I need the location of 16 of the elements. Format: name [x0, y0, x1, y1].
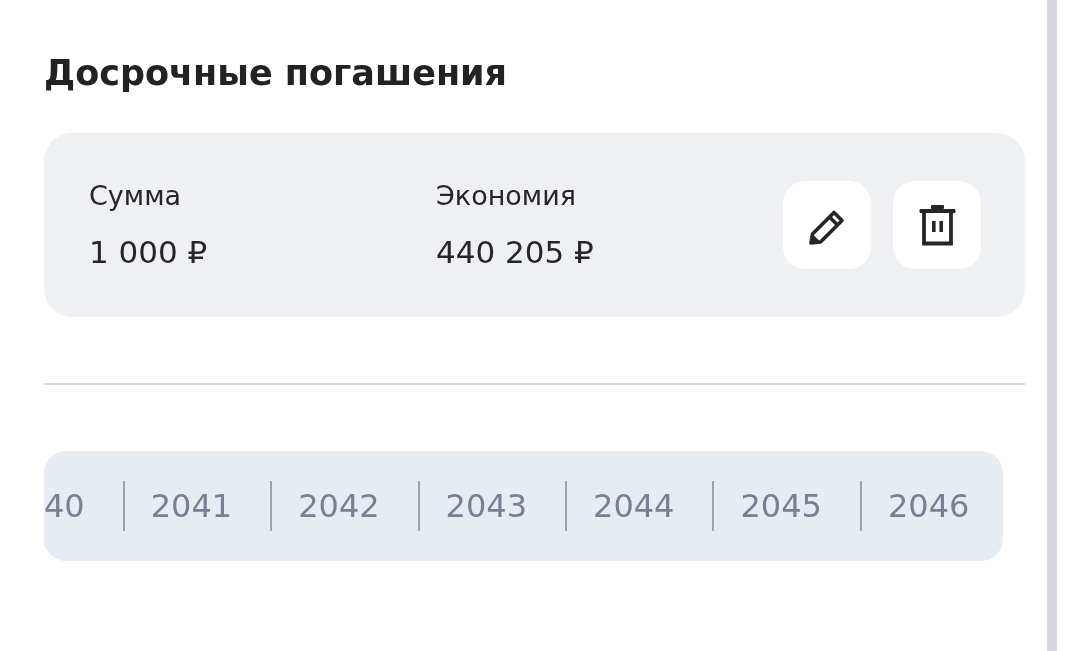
section-title: Досрочные погашения	[44, 52, 509, 94]
year-tab[interactable]: 2042	[298, 486, 380, 526]
year-tab[interactable]: 40	[44, 486, 85, 526]
trash-icon	[918, 204, 956, 246]
field-value: 1 000 ₽	[89, 233, 209, 271]
year-tab[interactable]: 2046	[887, 486, 970, 526]
year-tab[interactable]: 2041	[150, 486, 233, 526]
year-tab[interactable]: 2043	[445, 486, 528, 526]
edit-button[interactable]	[783, 181, 871, 269]
field-label: Сумма	[89, 179, 183, 213]
scrollbar[interactable]	[1047, 0, 1057, 651]
field-label: Экономия	[436, 179, 577, 213]
delete-button[interactable]	[893, 181, 981, 269]
year-tab[interactable]: 2045	[740, 486, 822, 526]
year-tab[interactable]: 2044	[593, 486, 675, 526]
field-value: 440 205 ₽	[436, 233, 595, 271]
